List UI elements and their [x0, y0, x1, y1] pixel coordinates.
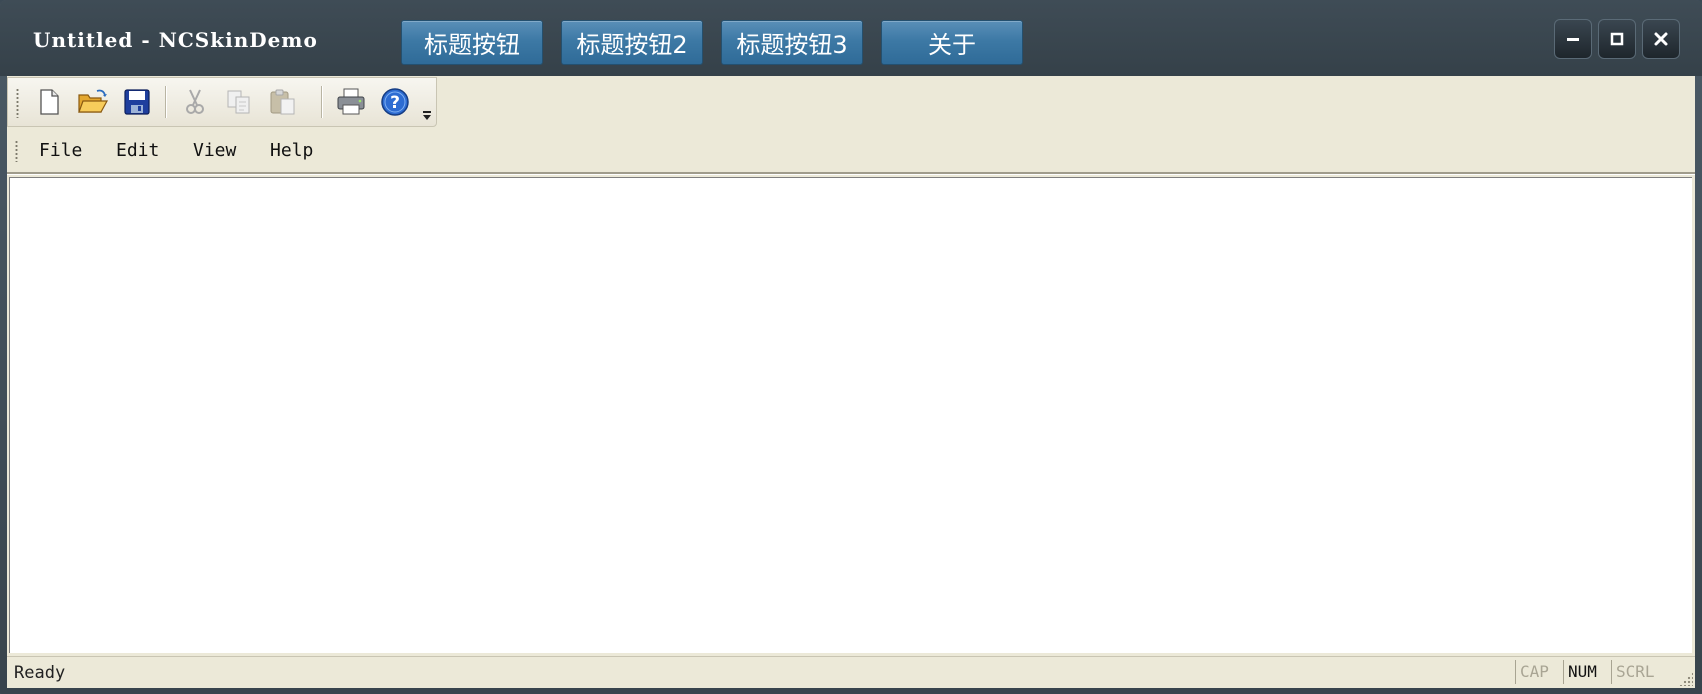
- close-button[interactable]: [1642, 19, 1680, 59]
- toolbar-separator: [165, 86, 167, 118]
- maximize-button[interactable]: [1598, 19, 1636, 59]
- toolbar-separator: [321, 86, 323, 118]
- paste-button[interactable]: [266, 84, 300, 120]
- menu-help[interactable]: Help: [264, 138, 319, 163]
- copy-button[interactable]: [222, 84, 256, 120]
- window-title: Untitled - NCSkinDemo: [33, 28, 318, 52]
- chevron-down-icon: [423, 111, 431, 120]
- num-lock-indicator: NUM: [1563, 660, 1611, 684]
- caps-lock-indicator: CAP: [1515, 660, 1563, 684]
- menu-file[interactable]: File: [33, 138, 88, 163]
- status-text: Ready: [14, 663, 66, 683]
- title-button-3[interactable]: 标题按钮3: [721, 20, 863, 65]
- open-folder-icon: [78, 89, 109, 113]
- application-window: Untitled - NCSkinDemo 标题按钮 标题按钮2 标题按钮3 关…: [0, 0, 1702, 694]
- minimize-icon: [1567, 38, 1579, 41]
- toolbar-grip[interactable]: [16, 88, 19, 118]
- toolbar-overflow-button[interactable]: [420, 84, 434, 122]
- help-button[interactable]: ?: [378, 84, 412, 120]
- print-button[interactable]: [334, 84, 368, 120]
- copy-icon: [227, 90, 250, 114]
- maximize-icon: [1610, 32, 1624, 46]
- title-bar[interactable]: Untitled - NCSkinDemo 标题按钮 标题按钮2 标题按钮3 关…: [0, 0, 1702, 76]
- svg-text:?: ?: [390, 93, 400, 113]
- close-icon: [1654, 32, 1668, 46]
- paste-icon: [270, 89, 295, 115]
- document-area[interactable]: [9, 177, 1692, 653]
- cut-icon: [186, 89, 204, 114]
- open-button[interactable]: [76, 84, 110, 120]
- menu-view[interactable]: View: [187, 138, 242, 163]
- print-icon: [337, 88, 365, 115]
- new-button[interactable]: [32, 84, 66, 120]
- about-button[interactable]: 关于: [881, 20, 1023, 65]
- help-icon: ?: [381, 88, 409, 116]
- title-button-2[interactable]: 标题按钮2: [561, 20, 703, 65]
- menu-edit[interactable]: Edit: [110, 138, 165, 163]
- resize-grip[interactable]: [1679, 672, 1693, 686]
- client-area: ? File Edit View Help Ready CAP NUM SCRL: [7, 76, 1695, 688]
- menu-divider: [7, 172, 1695, 175]
- menu-bar: File Edit View Help: [7, 128, 1695, 172]
- new-file-icon: [40, 89, 59, 115]
- cut-button[interactable]: [178, 84, 212, 120]
- standard-toolbar: ?: [7, 77, 437, 127]
- save-button[interactable]: [120, 84, 154, 120]
- minimize-button[interactable]: [1554, 19, 1592, 59]
- title-button-1[interactable]: 标题按钮: [401, 20, 543, 65]
- status-bar: Ready CAP NUM SCRL: [7, 656, 1695, 688]
- save-icon: [124, 89, 150, 115]
- menubar-grip[interactable]: [15, 140, 18, 162]
- scroll-lock-indicator: SCRL: [1611, 660, 1671, 684]
